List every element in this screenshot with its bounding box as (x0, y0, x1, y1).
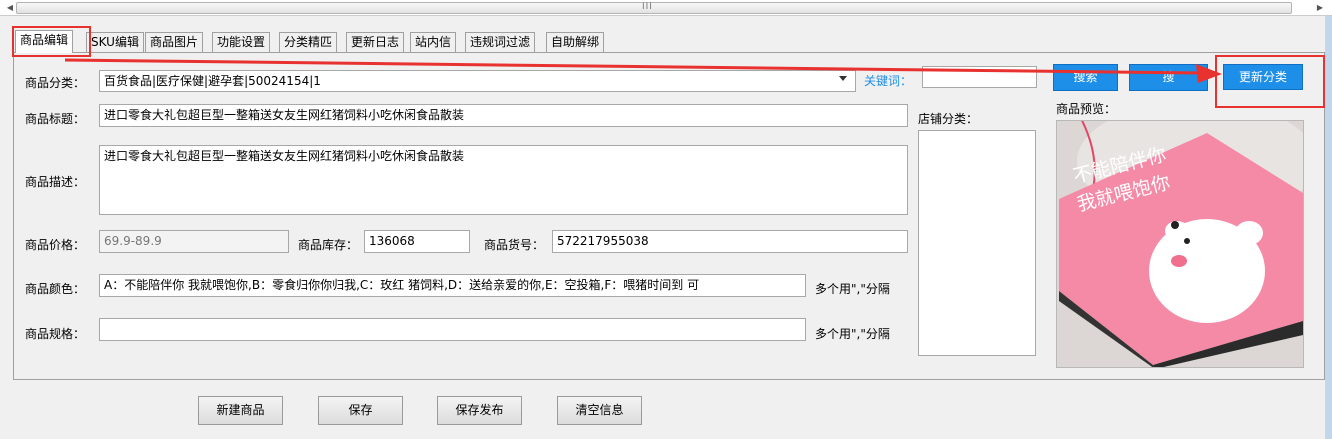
color-hint: 多个用","分隔 (815, 282, 890, 296)
store-category-label: 店铺分类： (918, 112, 979, 126)
scrollbar-thumb[interactable]: III (16, 2, 1292, 14)
save-button[interactable]: 保存 (318, 396, 403, 425)
tab-site-messages[interactable]: 站内信 (410, 32, 457, 52)
highlight-box-update (1215, 55, 1325, 108)
sku-no-label: 商品货号： (484, 238, 545, 252)
window-edge (1325, 16, 1332, 439)
title-input[interactable]: 进口零食大礼包超巨型一整箱送女友生网红猪饲料小吃休闲食品散装 (99, 104, 908, 127)
new-product-button[interactable]: 新建商品 (198, 396, 283, 425)
gift-box-illustration: 不能陪伴你 我就喂饱你 (1057, 121, 1303, 367)
tab-feature-settings[interactable]: 功能设置 (212, 32, 271, 52)
annotation-arrow (64, 58, 1222, 83)
spec-label: 商品规格： (25, 327, 86, 341)
preview-label: 商品预览： (1056, 102, 1117, 116)
clear-info-button[interactable]: 清空信息 (557, 396, 642, 425)
tab-update-log[interactable]: 更新日志 (346, 32, 405, 52)
product-preview-image: 不能陪伴你 我就喂饱你 (1056, 120, 1304, 368)
save-publish-button[interactable]: 保存发布 (437, 396, 522, 425)
scroll-right-icon[interactable]: ▶ (1312, 0, 1328, 16)
tab-sku-edit[interactable]: SKU编辑 (86, 32, 144, 52)
scrollbar-grip: III (642, 2, 653, 12)
price-input[interactable]: 69.9-89.9 (99, 230, 289, 253)
spec-input[interactable] (99, 318, 806, 341)
highlight-box-tab (12, 26, 91, 57)
stock-label: 商品库存： (298, 238, 359, 252)
desc-label: 商品描述： (25, 175, 86, 189)
color-input[interactable]: A：不能陪伴你 我就喂饱你,B：零食归你你归我,C：玫红 猪饲料,D：送给亲爱的… (99, 274, 806, 297)
stock-input[interactable]: 136068 (364, 230, 470, 253)
tab-banned-word-filter[interactable]: 违规词过滤 (465, 32, 536, 52)
tab-product-images[interactable]: 商品图片 (145, 32, 204, 52)
title-label: 商品标题： (25, 112, 86, 126)
spec-hint: 多个用","分隔 (815, 327, 890, 341)
horizontal-scrollbar[interactable]: ◀ III ▶ (0, 0, 1332, 16)
store-category-list[interactable] (918, 130, 1036, 356)
tab-self-unbind[interactable]: 自助解绑 (546, 32, 605, 52)
desc-textarea[interactable]: 进口零食大礼包超巨型一整箱送女友生网红猪饲料小吃休闲食品散装 (99, 145, 908, 215)
price-label: 商品价格： (25, 238, 86, 252)
color-label: 商品颜色： (25, 282, 86, 296)
tab-category-match[interactable]: 分类精匹 (279, 32, 338, 52)
sku-no-input[interactable]: 572217955038 (552, 230, 908, 253)
